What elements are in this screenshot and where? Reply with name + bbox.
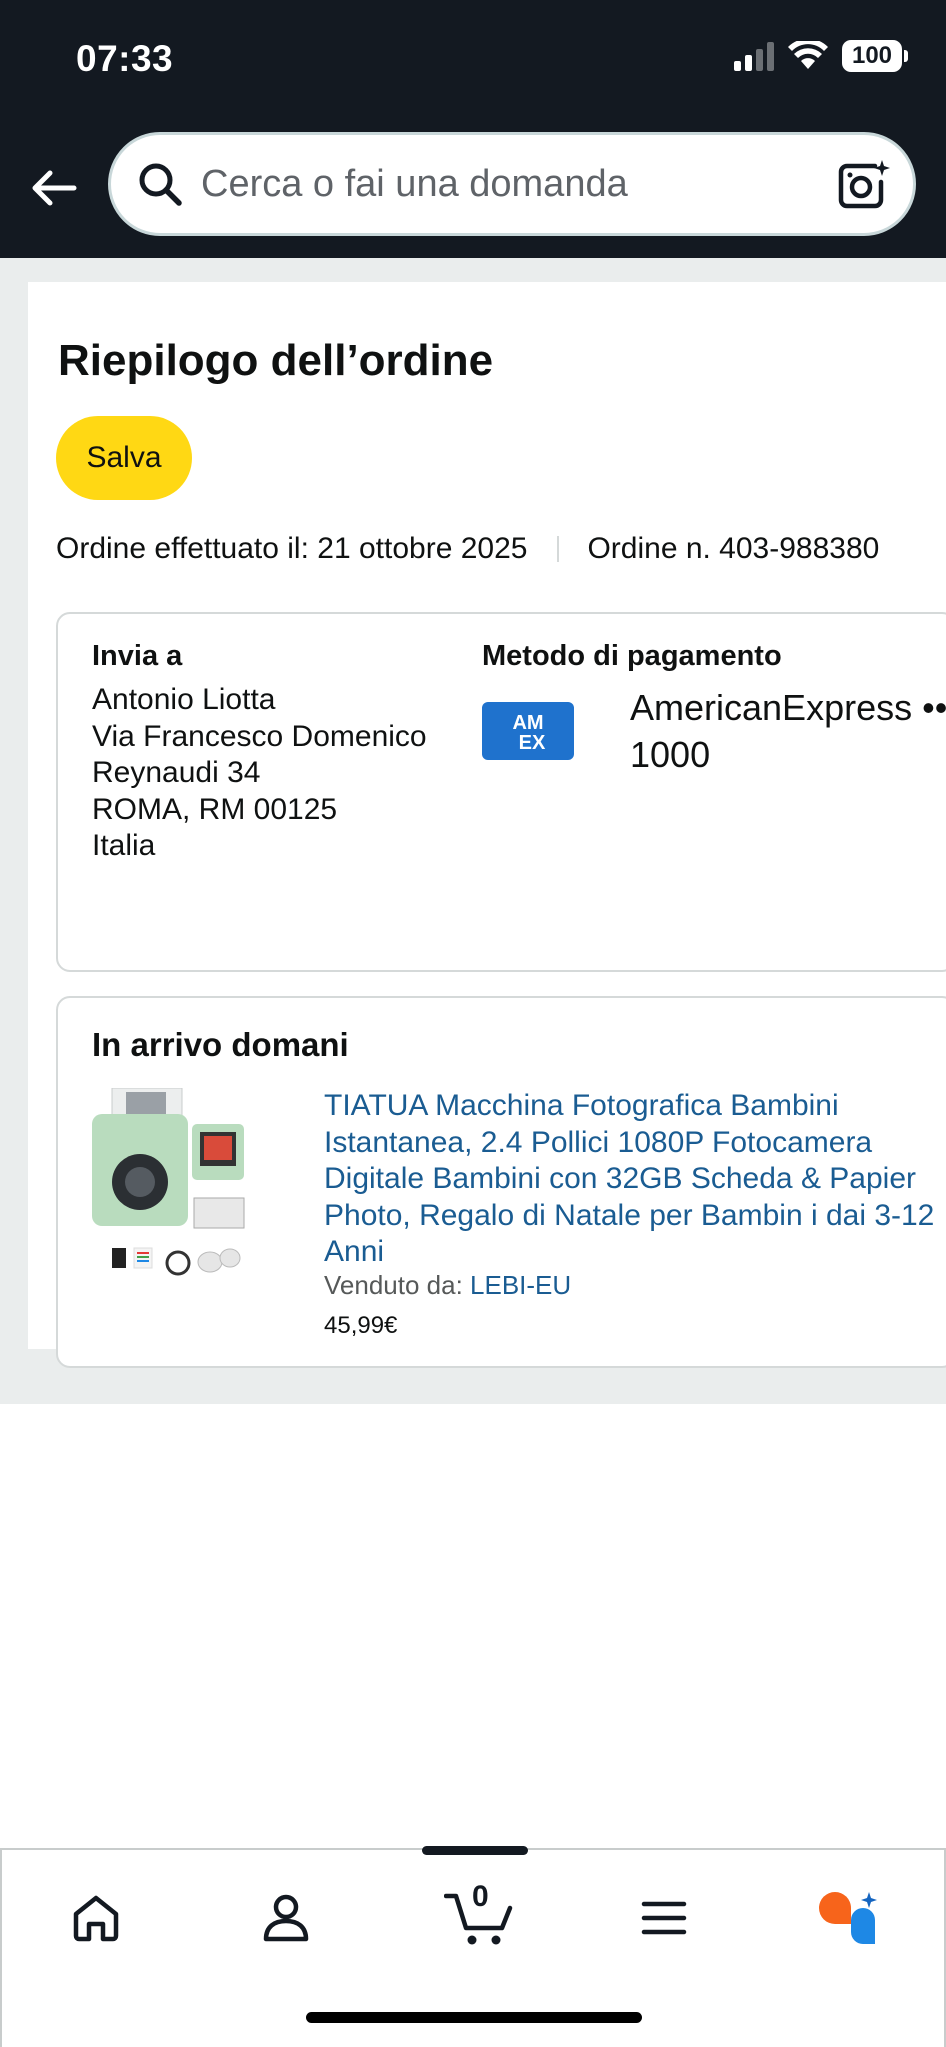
page-background: Riepilogo dell’ordine Salva Ordine effet… (0, 258, 946, 1404)
nav-home[interactable] (56, 1878, 136, 1958)
order-number: Ordine n. 403-988380 (587, 532, 880, 565)
address-line: Via Francesco Domenico (92, 719, 427, 753)
address-line: Reynaudi 34 (92, 756, 261, 789)
shipping-payment-card: Invia a Antonio Liotta Via Francesco Dom… (56, 612, 946, 972)
shipping-label: Invia a (92, 640, 183, 672)
save-button[interactable]: Salva (56, 416, 192, 500)
shipping-address: Antonio Liotta Via Francesco Domenico Re… (92, 682, 427, 865)
delivery-title: In arrivo domani (92, 1026, 349, 1063)
camera-search-icon[interactable] (837, 158, 891, 210)
address-line: Italia (92, 829, 156, 862)
amex-logo-icon: AM EX (482, 702, 574, 760)
rufus-icon (819, 1892, 877, 1944)
search-icon (139, 163, 182, 206)
meta-divider (557, 536, 560, 562)
menu-icon (641, 1901, 687, 1935)
account-icon (263, 1894, 309, 1942)
cellular-signal-icon (734, 41, 774, 71)
arrow-left-icon (32, 170, 77, 206)
nav-rufus[interactable] (810, 1878, 890, 1958)
card-last-digits: 1000 (630, 734, 711, 775)
nav-account[interactable] (246, 1878, 326, 1958)
amex-logo-text-1: AM (512, 712, 543, 734)
card-name: AmericanExpress ••• (630, 687, 946, 728)
product-image[interactable] (92, 1087, 248, 1288)
delivery-card: In arrivo domani TIATUA Macchina Fotogra… (56, 996, 946, 1368)
address-line: ROMA, RM 00125 (92, 792, 338, 826)
seller-info: Venduto da: LEBI-EU (324, 1270, 571, 1301)
status-icons: 100 (734, 40, 908, 72)
amex-logo-text-2: EX (519, 732, 546, 754)
back-button[interactable] (26, 160, 82, 216)
status-time: 07:33 (76, 38, 174, 79)
page-title: Riepilogo dell’ordine (58, 336, 494, 385)
order-date: Ordine effettuato il: 21 ottobre 2025 (56, 532, 528, 565)
wifi-icon (788, 41, 828, 69)
sold-by-label: Venduto da: (324, 1270, 471, 1300)
search-input[interactable] (201, 162, 837, 206)
nav-cart[interactable]: 0 (436, 1878, 526, 1958)
payment-method: AmericanExpress ••• 1000 (630, 684, 946, 778)
address-line: Antonio Liotta (92, 683, 276, 716)
order-summary-panel: Riepilogo dell’ordine Salva Ordine effet… (28, 282, 946, 1368)
order-meta: Ordine effettuato il: 21 ottobre 2025 Or… (56, 532, 879, 566)
payment-label: Metodo di pagamento (482, 640, 782, 672)
cart-count: 0 (472, 1880, 489, 1913)
home-indicator (306, 2012, 642, 2023)
product-title-link[interactable]: TIATUA Macchina Fotografica Bambini Ista… (324, 1088, 946, 1271)
active-tab-indicator (422, 1846, 528, 1855)
home-icon (73, 1895, 119, 1942)
product-price: 45,99€ (324, 1312, 398, 1339)
nav-menu[interactable] (624, 1878, 704, 1958)
battery-icon: 100 (842, 40, 908, 72)
seller-link[interactable]: LEBI-EU (470, 1270, 571, 1300)
search-bar[interactable] (108, 132, 916, 236)
top-header: 07:33 100 (0, 0, 946, 258)
